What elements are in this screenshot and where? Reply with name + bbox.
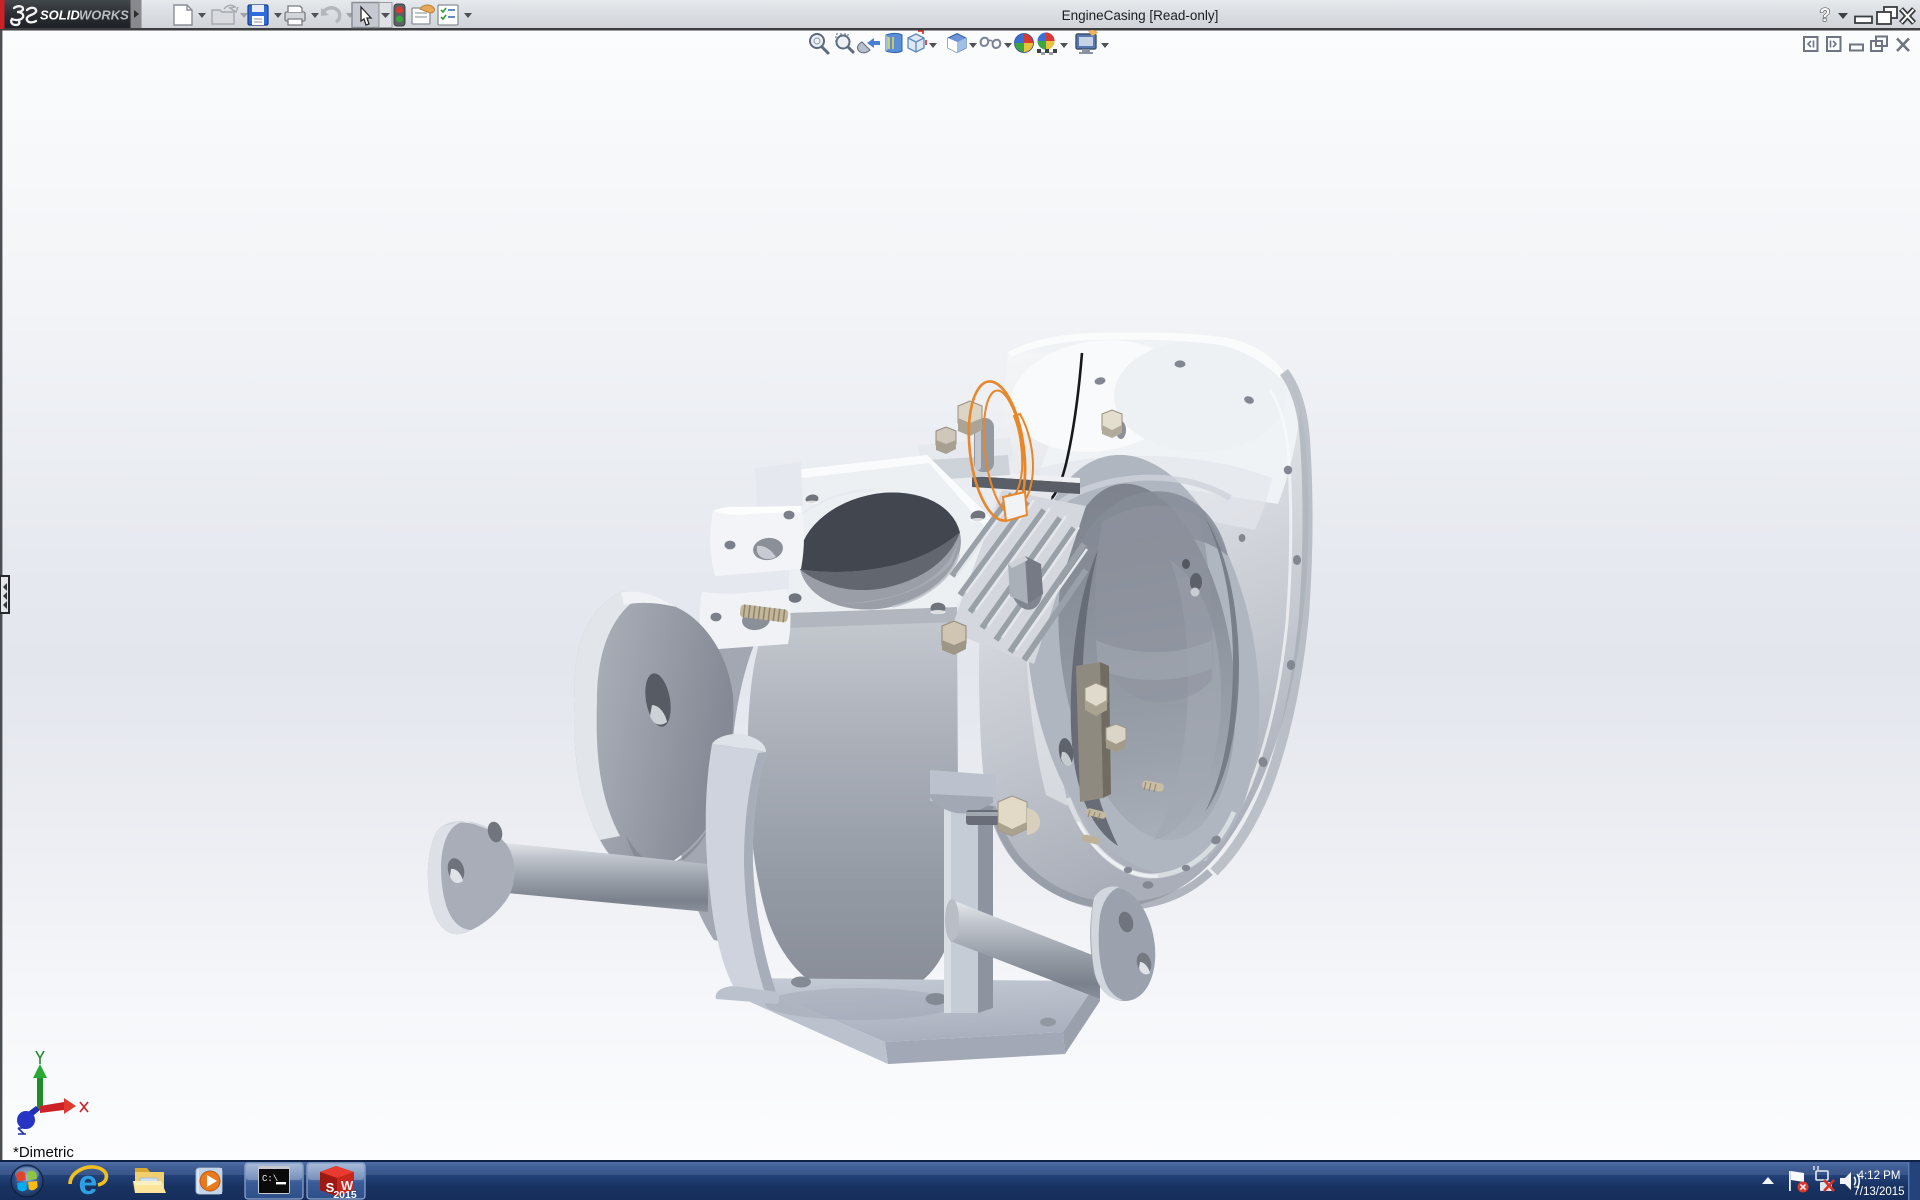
svg-text:7/13/2015: 7/13/2015: [1853, 1186, 1904, 1198]
svg-text:4:12 PM: 4:12 PM: [1858, 1170, 1901, 1182]
svg-text:2015: 2015: [333, 1189, 357, 1200]
svg-text:WORKS: WORKS: [79, 8, 129, 23]
svg-text:SOLID: SOLID: [40, 8, 80, 23]
svg-text:C:\: C:\: [262, 1174, 278, 1184]
svg-text:*Dimetric: *Dimetric: [13, 1144, 74, 1161]
svg-text:?: ?: [1820, 5, 1831, 25]
svg-text:EngineCasing [Read-only]: EngineCasing [Read-only]: [1062, 8, 1219, 23]
